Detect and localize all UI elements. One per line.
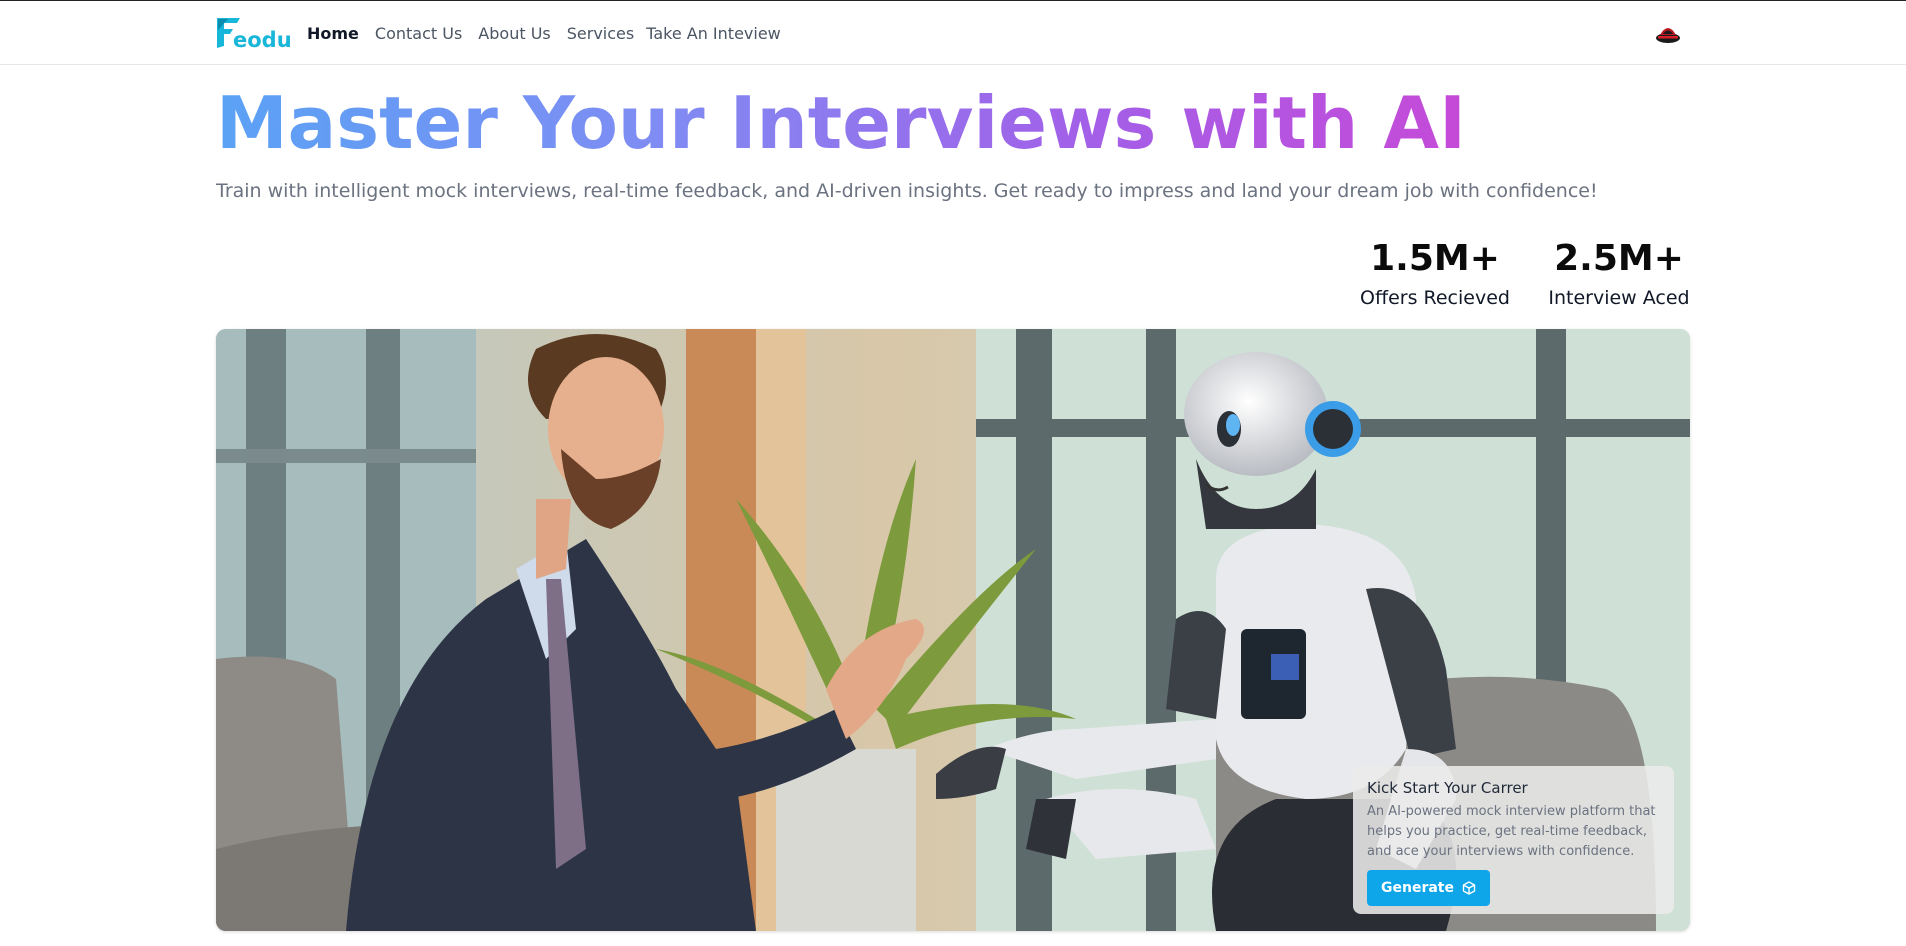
promo-title: Kick Start Your Carrer bbox=[1367, 779, 1528, 797]
navbar-inner: eodus Home Contact Us About Us Services … bbox=[216, 1, 1690, 65]
navbar: eodus Home Contact Us About Us Services … bbox=[0, 1, 1906, 65]
hero-title: Master Your Interviews with AI bbox=[216, 78, 1466, 168]
promo-card: Kick Start Your Carrer An AI-powered moc… bbox=[1353, 766, 1674, 914]
stat-label: Interview Aced bbox=[1548, 287, 1690, 309]
svg-text:eodus: eodus bbox=[233, 28, 292, 50]
brand-logo[interactable]: eodus bbox=[216, 16, 292, 50]
nav-about-us[interactable]: About Us bbox=[478, 24, 550, 43]
hero-subtitle: Train with intelligent mock interviews, … bbox=[216, 180, 1598, 202]
stat-offers: 1.5M+ Offers Recieved bbox=[1360, 236, 1510, 312]
nav-take-interview[interactable]: Take An Inteview bbox=[646, 24, 781, 43]
nav-home[interactable]: Home bbox=[307, 24, 359, 43]
promo-description: An AI-powered mock interview platform th… bbox=[1367, 804, 1656, 859]
logo-icon: eodus bbox=[217, 18, 292, 50]
user-hat-icon[interactable] bbox=[1654, 21, 1682, 45]
stat-label: Offers Recieved bbox=[1360, 287, 1510, 309]
nav-links: Home Contact Us About Us Services Take A… bbox=[307, 24, 781, 43]
generate-button[interactable]: Generate bbox=[1367, 870, 1490, 906]
stat-interviews: 2.5M+ Interview Aced bbox=[1548, 236, 1690, 312]
stat-value: 2.5M+ bbox=[1554, 238, 1684, 279]
cube-icon bbox=[1462, 881, 1476, 895]
nav-contact-us[interactable]: Contact Us bbox=[375, 24, 462, 43]
nav-services[interactable]: Services bbox=[567, 24, 634, 43]
stat-value: 1.5M+ bbox=[1370, 238, 1500, 279]
generate-button-label: Generate bbox=[1381, 880, 1454, 896]
